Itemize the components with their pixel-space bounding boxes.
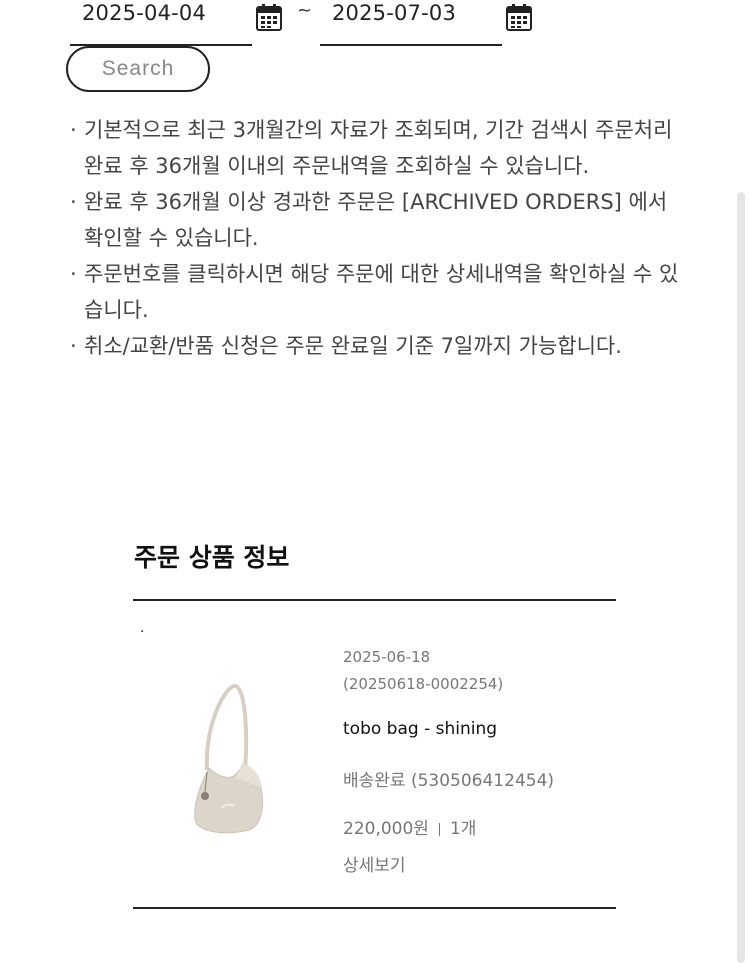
date-to-field[interactable]: 2025-07-03 (320, 0, 532, 46)
date-range-separator: ~ (297, 0, 313, 21)
notice-bullet: · (70, 118, 77, 142)
order-date: 2025-06-18 (343, 648, 431, 666)
price: 220,000원 (343, 819, 429, 839)
date-from-value[interactable]: 2025-04-04 (82, 1, 206, 25)
price-separator (438, 822, 440, 836)
notice-bullet: · (70, 190, 77, 214)
notice-list: · 기본적으로 최근 3개월간의 자료가 조회되며, 기간 검색시 주문처리완료 … (70, 112, 690, 364)
notice-bullet: · (70, 334, 77, 358)
section-title: 주문 상품 정보 (134, 543, 290, 572)
search-button-label: Search (101, 57, 175, 80)
notice-text: 기본적으로 최근 3개월간의 자료가 조회되며, 기간 검색시 주문처리완료 후… (84, 118, 673, 178)
order-marker: . (140, 620, 145, 636)
calendar-icon[interactable] (256, 3, 282, 31)
notice-item: · 기본적으로 최근 3개월간의 자료가 조회되며, 기간 검색시 주문처리완료 … (70, 112, 690, 184)
notice-item: · 주문번호를 클릭하시면 해당 주문에 대한 상세내역을 확인하실 수 있습니다… (70, 256, 690, 328)
quantity: 1개 (449, 819, 477, 839)
delivery-status: 배송완료 (530506412454) (343, 771, 555, 791)
scrollbar[interactable] (737, 192, 745, 963)
notice-text: 완료 후 36개월 이상 경과한 주문은 [ARCHIVED ORDERS] 에… (84, 190, 668, 250)
search-button[interactable]: Search (66, 46, 210, 92)
calendar-icon[interactable] (506, 3, 532, 31)
notice-item: · 취소/교환/반품 신청은 주문 완료일 기준 7일까지 가능합니다. (70, 328, 690, 364)
product-name[interactable]: tobo bag - shining (343, 719, 497, 739)
price-quantity: 220,000원 1개 (343, 814, 476, 839)
section-divider-top (133, 599, 616, 601)
section-divider-bottom (133, 907, 616, 909)
notice-item: · 완료 후 36개월 이상 경과한 주문은 [ARCHIVED ORDERS] … (70, 184, 690, 256)
date-from-field[interactable]: 2025-04-04 (70, 0, 282, 46)
product-image[interactable] (185, 680, 285, 840)
view-details-link[interactable]: 상세보기 (343, 851, 406, 876)
notice-text: 주문번호를 클릭하시면 해당 주문에 대한 상세내역을 확인하실 수 있습니다. (84, 262, 679, 322)
notice-bullet: · (70, 262, 77, 286)
notice-text: 취소/교환/반품 신청은 주문 완료일 기준 7일까지 가능합니다. (84, 334, 622, 358)
date-to-value[interactable]: 2025-07-03 (332, 1, 456, 25)
order-number-link[interactable]: (20250618-0002254) (343, 675, 503, 693)
